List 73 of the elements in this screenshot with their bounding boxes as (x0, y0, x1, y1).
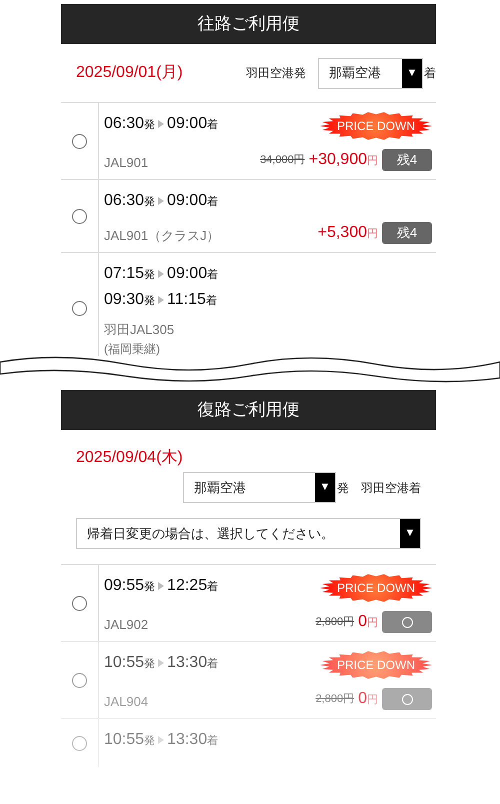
departure-time: 10:55 (104, 653, 144, 673)
arrival-label: 着 (207, 194, 218, 210)
price-down-badge: PRICE DOWN (320, 651, 432, 679)
triangle-icon (158, 736, 164, 744)
radio-button[interactable] (72, 134, 87, 148)
triangle-icon (158, 659, 164, 667)
date: 2025/09/01(月) (76, 63, 184, 83)
departure-time: 09:30 (104, 290, 144, 310)
arrival-label: 着 (207, 656, 218, 672)
seats-left-badge: 残4 (382, 222, 432, 244)
dropdown[interactable]: 那覇空港 ▼ (183, 472, 336, 503)
triangle-icon (158, 197, 164, 205)
flight-number: 羽田JAL305 (104, 321, 174, 339)
arrival-time: 12:25 (167, 576, 208, 596)
price: 0 (358, 612, 367, 632)
arrival-time: 13:30 (167, 730, 208, 750)
departure-time: 07:15 (104, 264, 144, 284)
flight-number: JAL904 (104, 692, 148, 710)
date: 2025/09/04(木) (76, 449, 183, 466)
departure-label: 発 (144, 195, 156, 210)
price-down-badge: PRICE DOWN (320, 574, 432, 602)
departure-airport: 羽田空港発 (246, 65, 306, 82)
departure-label: 発 (144, 657, 156, 672)
original-price: 2,800円 (316, 692, 354, 707)
arrival-time: 11:15 (167, 290, 206, 310)
arrival-time: 09:00 (167, 114, 208, 134)
radio-button[interactable] (72, 596, 87, 610)
flight-number: JAL901 (104, 154, 148, 172)
arrival-label: 着 (207, 118, 218, 134)
price: +5,300 (318, 223, 367, 243)
departure-label: 発 (144, 734, 156, 750)
departure-time: 09:55 (104, 576, 144, 596)
flight-number: JAL901（クラスJ） (104, 226, 220, 244)
seats-left-badge: 残4 (382, 149, 432, 171)
departure-time: 06:30 (104, 191, 144, 211)
yen-label: 円 (367, 693, 378, 708)
arrival-time: 13:30 (167, 653, 208, 673)
section-header: 復路ご利用便 (61, 390, 436, 430)
arrival-time: 09:00 (167, 191, 208, 211)
arrival-label: 着 (206, 294, 217, 310)
departure-label: 発 (144, 268, 156, 284)
radio-button[interactable] (72, 672, 87, 688)
arrival-label: 着 (207, 580, 218, 596)
departure-label: 発 (144, 580, 156, 596)
arrival-time: 09:00 (167, 264, 208, 284)
departure-time: 06:30 (104, 114, 144, 134)
section-header: 往路ご利用便 (61, 4, 436, 44)
triangle-icon (158, 582, 164, 590)
original-price: 34,000円 (260, 152, 305, 168)
yen-label: 円 (367, 154, 378, 169)
arrival-label: 着 (207, 268, 218, 284)
price: +30,900 (308, 150, 367, 170)
price-down-badge: PRICE DOWN (320, 112, 432, 140)
arrival-label: 着 (424, 65, 436, 82)
price: 0 (358, 689, 367, 709)
departure-label: 発 (144, 294, 156, 310)
arrival-airport: 羽田空港着 (361, 480, 421, 496)
flight-number: JAL902 (104, 616, 148, 634)
yen-label: 円 (367, 616, 378, 631)
yen-label: 円 (367, 227, 378, 242)
flight-number: (福岡乗継) (104, 340, 161, 356)
dropdown[interactable]: 那覇空港 ▼ (318, 58, 423, 88)
departure-time: 10:55 (104, 730, 144, 750)
triangle-icon (158, 120, 164, 128)
triangle-icon (158, 296, 164, 304)
dropdown[interactable]: 帰着日変更の場合は、選択してください。 ▼ (76, 518, 421, 549)
triangle-icon (158, 270, 164, 278)
original-price: 2,800円 (316, 614, 354, 630)
departure-label: 発 (337, 480, 349, 496)
radio-button[interactable] (72, 208, 87, 224)
departure-label: 発 (144, 118, 156, 134)
radio-button[interactable] (72, 301, 87, 316)
arrival-label: 着 (207, 734, 218, 750)
